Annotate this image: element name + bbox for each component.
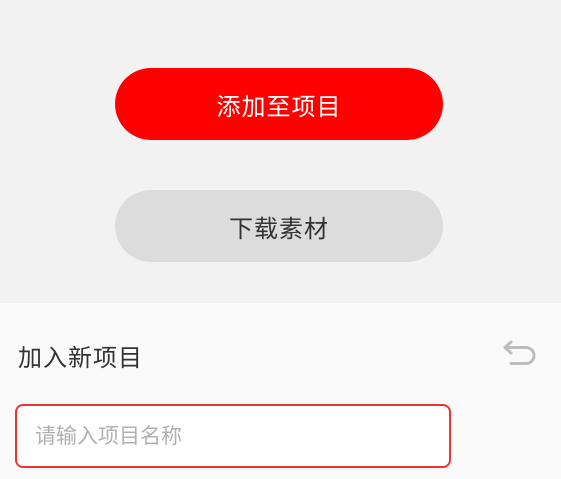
- add-to-project-button[interactable]: 添加至项目: [115, 68, 443, 140]
- new-project-title: 加入新项目: [18, 344, 143, 372]
- project-name-input[interactable]: [15, 404, 451, 468]
- action-panel: 添加至项目 下载素材: [0, 0, 561, 303]
- back-button[interactable]: [500, 337, 540, 369]
- download-material-button[interactable]: 下载素材: [115, 190, 443, 262]
- undo-icon: [503, 340, 536, 365]
- new-project-panel: 加入新项目: [0, 303, 561, 479]
